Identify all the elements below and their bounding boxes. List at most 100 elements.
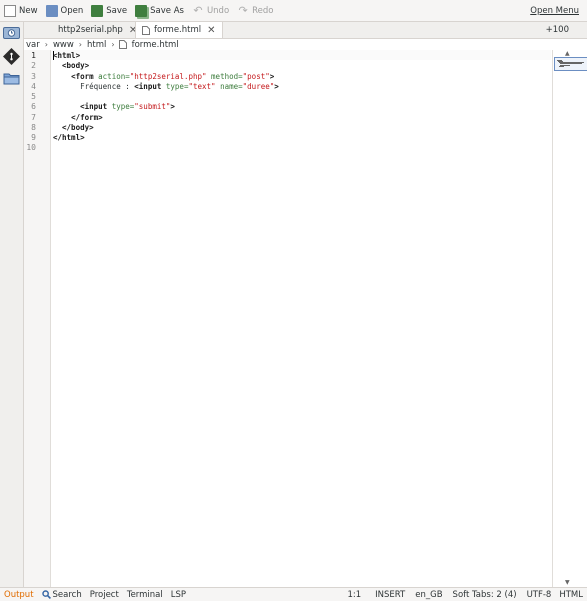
git-icon[interactable] xyxy=(3,48,20,65)
code-line: <body> xyxy=(53,61,89,71)
file-browser-icon[interactable] xyxy=(3,70,20,87)
close-icon[interactable]: ✕ xyxy=(207,25,215,36)
cursor-position[interactable]: 1:1 xyxy=(343,590,371,600)
open-menu-button[interactable]: Open Menu xyxy=(526,0,583,21)
minimap-viewport[interactable] xyxy=(554,57,587,71)
line-number: 1 xyxy=(31,51,36,60)
code-line: Fréquence : <input type="text" name="dur… xyxy=(53,82,279,92)
sidebar-top xyxy=(0,22,23,43)
undo-icon: ↶ xyxy=(193,3,203,17)
tab-http2serial[interactable]: http2serial.php ✕ xyxy=(52,22,143,38)
code-token: "duree" xyxy=(242,81,275,91)
code-token: > xyxy=(274,81,279,91)
redo-icon: ↷ xyxy=(238,3,248,17)
file-encoding[interactable]: UTF-8 xyxy=(523,590,556,600)
breadcrumb-var[interactable]: var xyxy=(24,40,42,50)
terminal-panel-button[interactable]: Terminal xyxy=(123,590,167,600)
open-button-label: Open xyxy=(60,5,84,16)
lsp-panel-button[interactable]: LSP xyxy=(167,590,190,600)
indentation-setting[interactable]: Soft Tabs: 2 (4) xyxy=(449,590,523,600)
search-icon xyxy=(41,590,51,599)
breadcrumb: var › www › html › forme.html xyxy=(24,39,552,50)
code-line: <input type="submit"> xyxy=(53,102,175,112)
file-type[interactable]: HTML xyxy=(555,590,587,600)
line-number: 3 xyxy=(31,71,36,81)
line-number: 10 xyxy=(26,143,36,153)
code-token: <html> xyxy=(53,51,81,60)
zoom-level[interactable]: +100 xyxy=(546,22,569,38)
tab-label: forme.html xyxy=(154,25,202,35)
code-token: <body> xyxy=(62,61,90,71)
line-number: 5 xyxy=(31,92,36,101)
tab-forme-html[interactable]: forme.html ✕ xyxy=(135,22,223,38)
new-document-icon xyxy=(4,4,16,17)
open-folder-icon xyxy=(45,4,58,17)
chevron-right-icon: › xyxy=(78,40,82,49)
code-token: method= xyxy=(211,71,243,81)
new-button-label: New xyxy=(19,5,38,16)
open-button[interactable]: Open xyxy=(42,0,88,21)
search-panel-button[interactable]: Search xyxy=(38,590,86,600)
breadcrumb-www[interactable]: www xyxy=(51,40,76,50)
code-line: <html> xyxy=(53,51,80,61)
save-as-button-label: Save As xyxy=(150,5,184,16)
code-line: <form action="http2serial.php" method="p… xyxy=(53,72,274,82)
line-number-gutter[interactable]: 1 2 3 4 5 6 7 8 9 10 xyxy=(24,50,51,587)
history-icon[interactable] xyxy=(3,26,20,39)
input-mode[interactable]: INSERT xyxy=(371,590,411,600)
new-button[interactable]: New xyxy=(0,0,42,21)
status-bar: Output Search Project Terminal LSP 1:1 I… xyxy=(0,587,587,601)
code-line: </form> xyxy=(53,113,103,123)
code-token: "post" xyxy=(242,71,270,81)
save-as-icon xyxy=(135,4,148,17)
redo-button-label: Redo xyxy=(252,5,274,16)
line-number: 8 xyxy=(31,122,36,132)
line-number: 7 xyxy=(31,112,36,122)
save-as-button[interactable]: Save As xyxy=(131,0,188,21)
code-editor[interactable]: <html> <body> <form action="http2serial.… xyxy=(51,50,551,587)
output-panel-button[interactable]: Output xyxy=(0,590,38,600)
dictionary-language[interactable]: en_GB xyxy=(411,590,448,600)
code-token: Fréquence : xyxy=(53,81,135,91)
code-token: > xyxy=(269,71,275,81)
line-number: 2 xyxy=(31,61,36,71)
left-sidebar xyxy=(0,22,24,587)
minimap[interactable] xyxy=(552,50,587,587)
code-token: type= xyxy=(165,81,189,91)
minimap-line xyxy=(560,63,582,64)
scroll-up-arrow[interactable]: ▲ xyxy=(565,50,570,57)
save-icon xyxy=(91,4,104,17)
code-token: </body> xyxy=(62,122,94,132)
code-token: <form xyxy=(71,71,99,81)
code-token: <input xyxy=(80,102,112,112)
breadcrumb-html[interactable]: html xyxy=(85,40,108,50)
code-token: type= xyxy=(111,102,135,112)
chevron-right-icon: › xyxy=(111,40,115,49)
code-line: </body> xyxy=(53,123,94,133)
code-line: </html> xyxy=(53,133,85,143)
undo-button-label: Undo xyxy=(206,5,230,16)
minimap-line xyxy=(559,66,564,67)
code-token: "text" xyxy=(188,81,216,91)
tab-label: http2serial.php xyxy=(58,25,123,35)
line-number: 4 xyxy=(31,81,36,91)
chevron-right-icon: › xyxy=(44,40,48,49)
undo-button[interactable]: ↶ Undo xyxy=(188,0,233,21)
save-button[interactable]: Save xyxy=(87,0,131,21)
project-panel-button[interactable]: Project xyxy=(86,590,123,600)
breadcrumb-file[interactable]: forme.html xyxy=(130,40,181,50)
redo-button[interactable]: ↷ Redo xyxy=(233,0,277,21)
code-token: </html> xyxy=(53,133,85,142)
status-right: 1:1 INSERT en_GB Soft Tabs: 2 (4) UTF-8 … xyxy=(343,590,587,600)
code-token: action= xyxy=(98,71,130,81)
code-token: </form> xyxy=(71,112,103,122)
scroll-down-arrow[interactable]: ▼ xyxy=(565,579,570,586)
code-token: "http2serial.php" xyxy=(129,71,207,81)
code-token: <input xyxy=(134,81,166,91)
file-icon xyxy=(118,40,127,49)
